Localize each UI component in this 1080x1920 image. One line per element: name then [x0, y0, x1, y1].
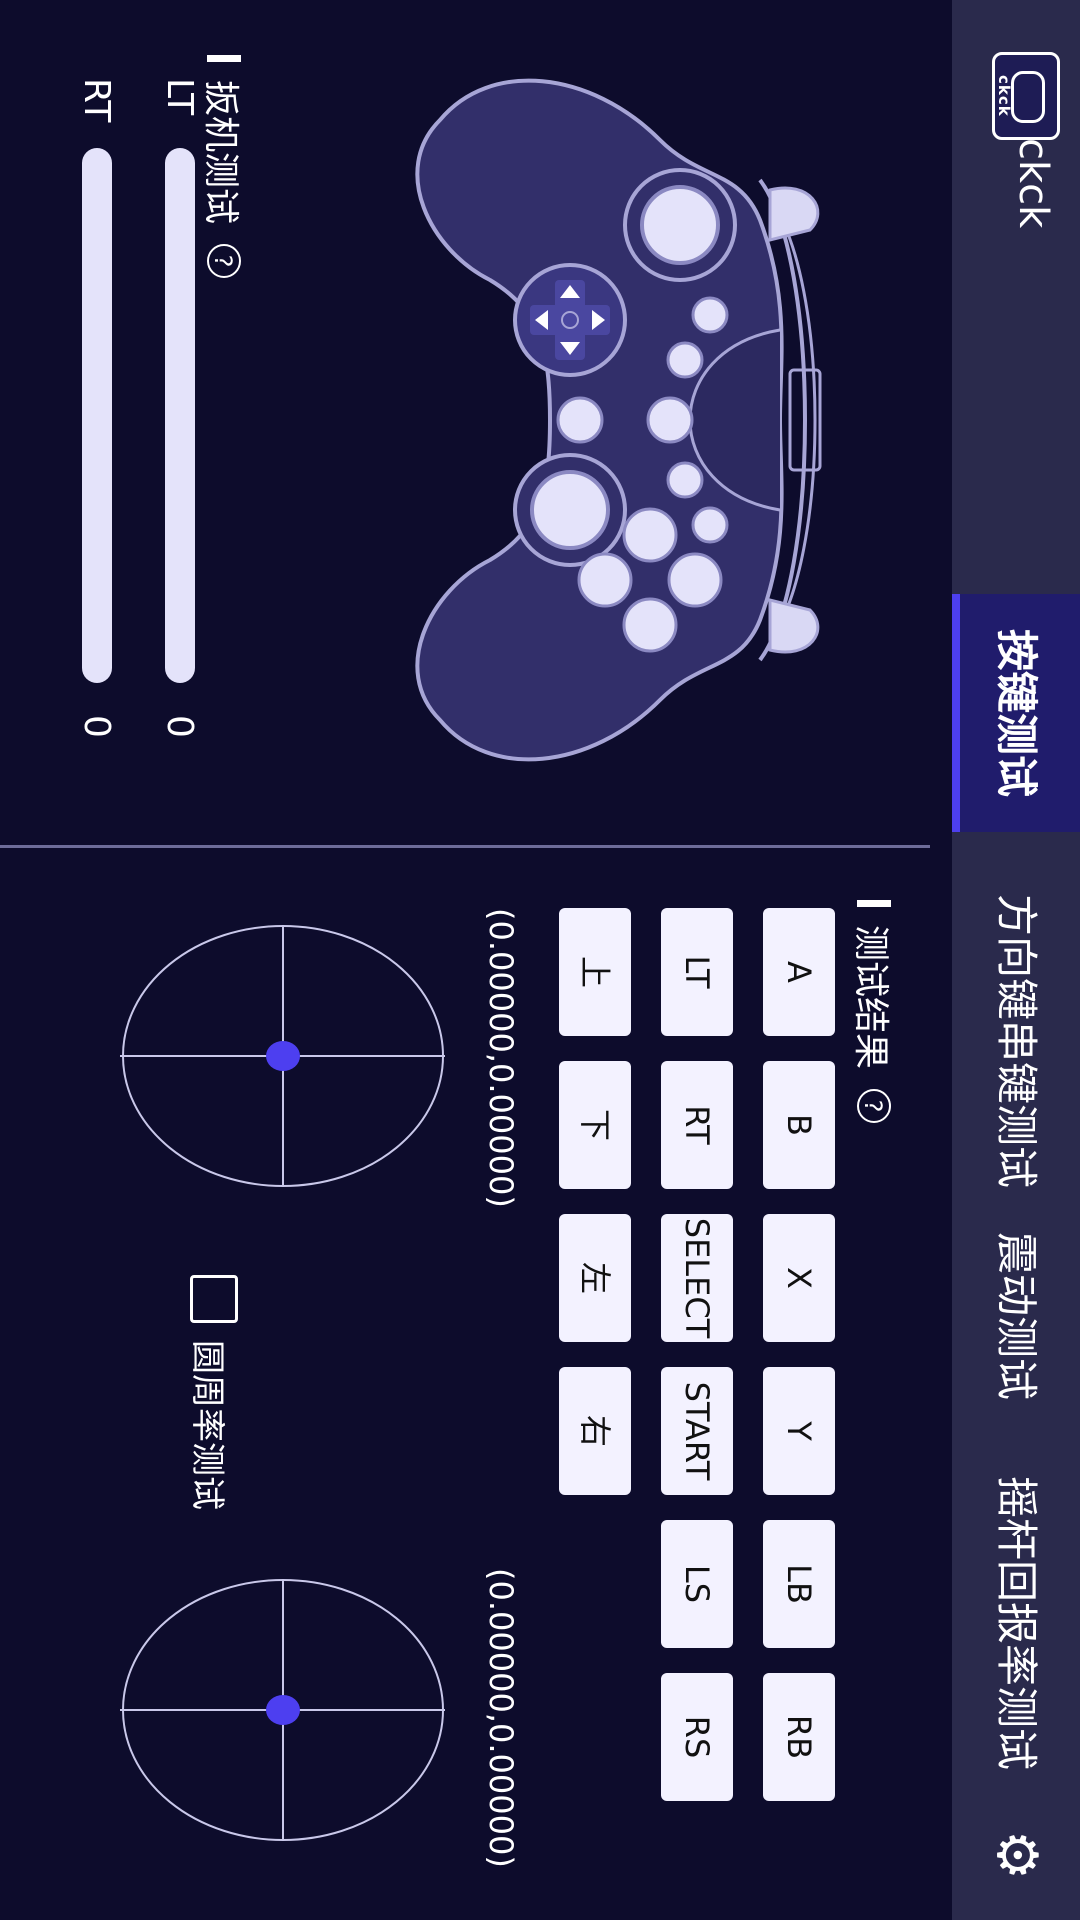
results-title: 测试结果 ?	[848, 900, 900, 1124]
result-button-a[interactable]: A	[763, 908, 835, 1036]
app-logo: ckck	[992, 52, 1060, 140]
left-stick-dot	[266, 1041, 300, 1071]
logo-text: ckck	[995, 75, 1013, 117]
result-button-ls[interactable]: LS	[661, 1520, 733, 1648]
result-button-start[interactable]: START	[661, 1367, 733, 1495]
tab-vibration-test[interactable]: 震动测试	[952, 1226, 1080, 1406]
brand-name: ckck	[1010, 138, 1056, 229]
nav-bar: ckck ckck 按键测试 方向键串键测试 震动测试 摇杆回报率测试 ⚙	[952, 0, 1080, 1920]
tab-stick-rate-test[interactable]: 摇杆回报率测试	[952, 1476, 1080, 1770]
bumper-lb	[768, 186, 820, 242]
result-button-b[interactable]: B	[763, 1061, 835, 1189]
rt-progress-bar	[82, 148, 112, 683]
result-button-right[interactable]: 右	[559, 1367, 631, 1495]
result-button-down[interactable]: 下	[559, 1061, 631, 1189]
result-button-rb[interactable]: RB	[763, 1673, 835, 1801]
right-stick-coordinate: (0.00000,0.00000)	[482, 1568, 520, 1868]
gear-icon[interactable]: ⚙	[984, 1825, 1049, 1885]
trigger-title-text: 扳机测试	[200, 80, 241, 225]
tab-label: 按键测试	[992, 628, 1041, 797]
result-button-rs[interactable]: RS	[661, 1673, 733, 1801]
bumper-rb	[768, 598, 820, 654]
result-button-lb[interactable]: LB	[763, 1520, 835, 1648]
tab-label: 震动测试	[992, 1231, 1041, 1400]
right-stick-dot	[266, 1695, 300, 1725]
circle-test-label: 圆周率测试	[187, 1340, 227, 1510]
lt-label: LT	[159, 78, 200, 116]
rt-value: 0	[76, 715, 117, 738]
left-stick-coordinate: (0.00000,0.00000)	[482, 908, 520, 1208]
rt-label: RT	[76, 78, 117, 123]
result-button-y[interactable]: Y	[763, 1367, 835, 1495]
result-button-left[interactable]: 左	[559, 1214, 631, 1342]
help-icon[interactable]: ?	[207, 244, 241, 279]
right-stick-cap	[530, 470, 610, 550]
result-button-lt[interactable]: LT	[661, 908, 733, 1036]
result-button-up[interactable]: 上	[559, 908, 631, 1036]
section-divider	[0, 845, 930, 848]
title-bar	[857, 900, 891, 907]
lt-progress-bar	[165, 148, 195, 683]
tab-label: 方向键串键测试	[992, 893, 1041, 1188]
result-button-select[interactable]: SELECT	[661, 1214, 733, 1342]
gamepad-icon	[1011, 71, 1045, 123]
result-button-rt[interactable]: RT	[661, 1061, 733, 1189]
trigger-test-title: 扳机测试 ?	[198, 55, 250, 279]
controller-body	[415, 78, 817, 762]
tab-button-test[interactable]: 按键测试	[952, 594, 1080, 832]
tab-dpad-test[interactable]: 方向键串键测试	[952, 876, 1080, 1206]
help-icon[interactable]: ?	[857, 1089, 891, 1124]
left-stick-cap	[640, 185, 720, 265]
results-title-text: 测试结果	[850, 925, 891, 1070]
controller-illustration	[415, 78, 822, 762]
dpad	[513, 263, 627, 377]
result-button-x[interactable]: X	[763, 1214, 835, 1342]
tab-label: 摇杆回报率测试	[992, 1476, 1041, 1771]
title-bar	[207, 55, 241, 62]
circle-test-checkbox[interactable]	[190, 1275, 238, 1323]
right-stick-visualizer	[120, 1579, 445, 1841]
lt-value: 0	[159, 715, 200, 738]
left-stick-visualizer	[120, 925, 445, 1187]
stage: ckck ckck 按键测试 方向键串键测试 震动测试 摇杆回报率测试 ⚙ 扳机…	[0, 0, 1080, 1920]
